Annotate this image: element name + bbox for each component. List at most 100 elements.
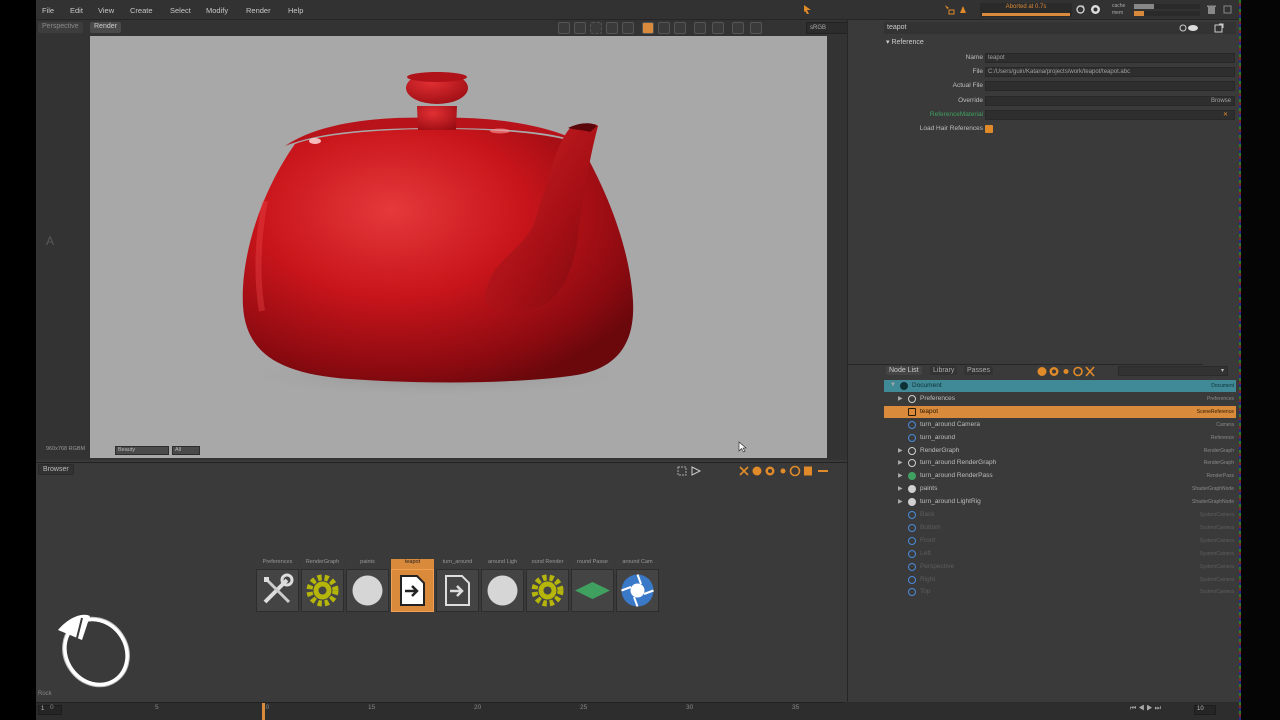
tab-passes[interactable]: Passes bbox=[964, 366, 993, 375]
node-row[interactable]: teapot SceneReference bbox=[884, 405, 1236, 418]
browse-button[interactable]: Browse bbox=[1211, 98, 1231, 104]
channel-select[interactable]: All bbox=[172, 446, 200, 455]
prop-reference-material-field[interactable]: ✕ bbox=[985, 110, 1235, 120]
tile-around-passes[interactable]: round Passe bbox=[571, 559, 614, 612]
node-row[interactable]: turn_around Camera Camera bbox=[884, 419, 1236, 431]
pick-icon[interactable] bbox=[658, 22, 670, 34]
prop-name-field[interactable]: teapot bbox=[985, 53, 1235, 63]
node-search-input[interactable]: ▾ bbox=[1118, 366, 1228, 376]
tab-node-list[interactable]: Node List bbox=[886, 366, 922, 375]
file-icon[interactable] bbox=[804, 466, 812, 476]
node-row[interactable]: Top SystemCamera bbox=[884, 586, 1236, 598]
menu-view[interactable]: View bbox=[98, 6, 114, 15]
transform-tool-icon[interactable] bbox=[958, 4, 969, 15]
window-menu-icon[interactable] bbox=[1222, 4, 1233, 15]
playhead[interactable] bbox=[262, 703, 265, 720]
tile-teapot[interactable]: teapot bbox=[391, 559, 434, 612]
expand-right-icon[interactable]: ▶ bbox=[898, 447, 903, 454]
node-row[interactable]: ▶ Preferences Preferences bbox=[884, 393, 1236, 405]
fit-icon[interactable] bbox=[606, 22, 618, 34]
tile-around-render[interactable]: ound Render bbox=[526, 559, 569, 612]
expand-right-icon[interactable]: ▶ bbox=[898, 498, 903, 505]
node-row[interactable]: Right SystemCamera bbox=[884, 574, 1236, 586]
tab-browser[interactable]: Browser bbox=[38, 464, 74, 475]
node-row[interactable]: ▶ turn_around RenderGraph RenderGraph bbox=[884, 457, 1236, 469]
shader-ball-icon[interactable] bbox=[752, 466, 762, 476]
tile-paints[interactable]: paints bbox=[346, 559, 389, 612]
end-frame-field[interactable]: 10 bbox=[1194, 705, 1216, 715]
prop-file-field[interactable]: C:/Users/guin/Katana/projects/work/teapo… bbox=[985, 67, 1235, 77]
region-icon[interactable] bbox=[590, 22, 602, 34]
section-reference[interactable]: ▾ Reference bbox=[886, 38, 924, 46]
node-row[interactable]: ▶ turn_around RenderPass RenderPass bbox=[884, 470, 1236, 482]
menu-edit[interactable]: Edit bbox=[70, 6, 83, 15]
load-hair-checkbox[interactable] bbox=[985, 125, 993, 133]
gear-small-icon[interactable] bbox=[789, 465, 801, 477]
move-tool-icon[interactable] bbox=[944, 4, 955, 15]
tile-turn-around[interactable]: turn_around bbox=[436, 559, 479, 612]
node-row[interactable]: Back SystemCamera bbox=[884, 509, 1236, 521]
menu-create[interactable]: Create bbox=[130, 6, 153, 15]
menu-file[interactable]: File bbox=[42, 6, 54, 15]
node-row[interactable]: ▶ RenderGraph RenderGraph bbox=[884, 445, 1236, 457]
node-row[interactable]: turn_around Reference bbox=[884, 432, 1236, 444]
compare-icon[interactable] bbox=[674, 22, 686, 34]
expand-icon[interactable] bbox=[676, 465, 706, 477]
tab-render[interactable]: Render bbox=[90, 22, 121, 33]
expand-right-icon[interactable]: ▶ bbox=[898, 472, 903, 479]
stop-render-icon[interactable] bbox=[1090, 4, 1101, 15]
tile-around-light[interactable]: around Ligh bbox=[481, 559, 524, 612]
playback-controls[interactable]: ⏮ ◀ ▶ ⏭ bbox=[1130, 705, 1190, 715]
prop-actual-file-field[interactable] bbox=[985, 81, 1235, 91]
expand-right-icon[interactable]: ▶ bbox=[898, 395, 903, 402]
tile-around-camera[interactable]: around Cam bbox=[616, 559, 659, 612]
select-arrow-icon[interactable] bbox=[802, 4, 813, 15]
snapshot-icon[interactable] bbox=[558, 22, 570, 34]
pass-icon bbox=[908, 472, 916, 481]
timeline[interactable] bbox=[36, 702, 880, 720]
tile-rendergraph[interactable]: RenderGraph bbox=[301, 559, 344, 612]
sphere-light-icon[interactable] bbox=[1049, 367, 1059, 376]
external-link-icon[interactable] bbox=[1214, 23, 1224, 33]
gear-icon[interactable] bbox=[1073, 366, 1083, 377]
save-image-icon[interactable] bbox=[732, 22, 744, 34]
expand-right-icon[interactable]: ▶ bbox=[898, 459, 903, 466]
expand-down-icon[interactable]: ▼ bbox=[890, 382, 896, 388]
menu-help[interactable]: Help bbox=[288, 6, 303, 15]
node-row[interactable]: Perspective SystemCamera bbox=[884, 561, 1236, 573]
link-icon[interactable] bbox=[1178, 23, 1202, 33]
expand-right-icon[interactable]: ▶ bbox=[898, 485, 903, 492]
node-row[interactable]: ▼ Document Document bbox=[884, 380, 1236, 392]
node-row[interactable]: ▶ turn_around LightRig ShaderGraphNode bbox=[884, 496, 1236, 508]
node-row[interactable]: Front SystemCamera bbox=[884, 535, 1236, 547]
overlay-icon[interactable] bbox=[750, 22, 762, 34]
node-row[interactable]: Left SystemCamera bbox=[884, 548, 1236, 560]
crop-icon[interactable] bbox=[622, 22, 634, 34]
prop-override-field[interactable]: Browse bbox=[985, 96, 1235, 106]
tools-icon[interactable] bbox=[739, 466, 749, 476]
refresh-icon[interactable] bbox=[1075, 4, 1086, 15]
tile-caption: turn_around bbox=[436, 559, 479, 569]
shader-icon[interactable] bbox=[1037, 367, 1047, 376]
menu-render[interactable]: Render bbox=[246, 6, 271, 15]
pass-select[interactable]: Beauty bbox=[115, 446, 169, 455]
stop-icon[interactable] bbox=[712, 22, 724, 34]
tools-icon[interactable] bbox=[1085, 366, 1095, 377]
clear-icon[interactable]: ✕ bbox=[1223, 111, 1228, 119]
node-row[interactable]: ▶ paints ShaderGraphNode bbox=[884, 483, 1236, 495]
sun-icon[interactable] bbox=[780, 468, 786, 474]
tab-perspective[interactable]: Perspective bbox=[38, 22, 83, 33]
trash-icon[interactable] bbox=[1206, 4, 1217, 15]
node-row[interactable]: Bottom SystemCamera bbox=[884, 522, 1236, 534]
refresh-render-icon[interactable] bbox=[694, 22, 706, 34]
light-icon[interactable] bbox=[765, 466, 775, 476]
sun-icon[interactable] bbox=[1063, 369, 1069, 374]
tile-preferences[interactable]: Preferences bbox=[256, 559, 299, 612]
menu-select[interactable]: Select bbox=[170, 6, 191, 15]
tab-library[interactable]: Library bbox=[930, 366, 958, 375]
render-region-icon[interactable] bbox=[642, 22, 654, 34]
render-image[interactable] bbox=[90, 36, 827, 458]
frame-icon[interactable] bbox=[574, 22, 586, 34]
menu-modify[interactable]: Modify bbox=[206, 6, 228, 15]
import-file-icon bbox=[445, 575, 470, 606]
